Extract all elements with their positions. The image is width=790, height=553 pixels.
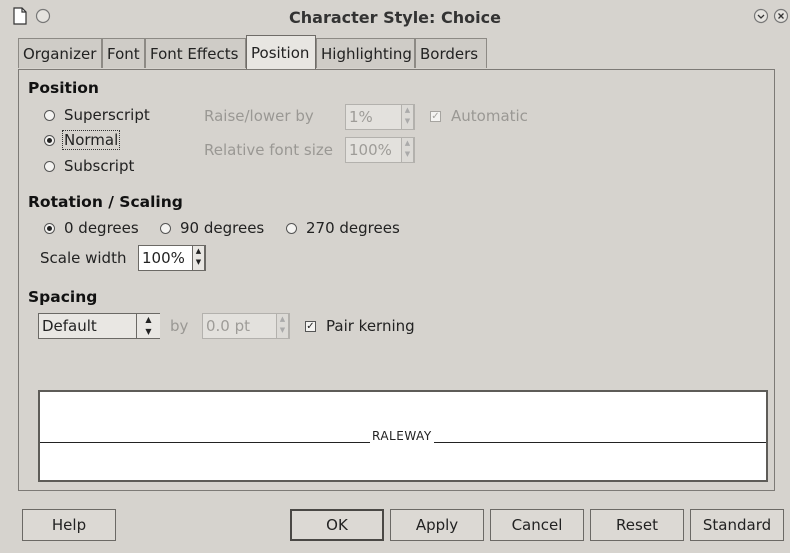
cancel-button[interactable]: Cancel: [490, 509, 584, 541]
scale-width-value[interactable]: 100%: [142, 249, 185, 267]
rotation-90-label[interactable]: 90 degrees: [180, 219, 264, 237]
apply-button[interactable]: Apply: [390, 509, 484, 541]
position-heading: Position: [28, 79, 99, 97]
pair-kerning-checkbox[interactable]: ✓: [305, 321, 316, 332]
scale-width-stepper[interactable]: ▲ ▼: [192, 245, 205, 271]
superscript-radio[interactable]: [44, 110, 55, 121]
automatic-label: Automatic: [451, 107, 528, 125]
raise-lower-stepper: ▲ ▼: [401, 104, 414, 130]
tab-borders[interactable]: Borders: [415, 38, 487, 68]
preview-text: RALEWAY: [370, 429, 434, 443]
subscript-label[interactable]: Subscript: [64, 157, 134, 175]
spacing-mode-dropdown[interactable]: Default ▲ ▼: [38, 313, 160, 339]
ok-button[interactable]: OK: [290, 509, 384, 541]
spacing-mode-chevron-icon[interactable]: ▲ ▼: [136, 314, 160, 338]
relative-font-size-value: 100%: [349, 141, 392, 159]
tab-font[interactable]: Font: [102, 38, 145, 68]
scale-width-spinbox[interactable]: 100% ▲ ▼: [138, 245, 206, 271]
normal-radio[interactable]: [44, 135, 55, 146]
window-title: Character Style: Choice: [289, 8, 501, 27]
relative-font-size-label: Relative font size: [204, 141, 333, 159]
rotation-90-radio[interactable]: [160, 223, 171, 234]
tab-position[interactable]: Position: [246, 35, 316, 69]
help-button[interactable]: Help: [22, 509, 116, 541]
rotation-0-label[interactable]: 0 degrees: [64, 219, 139, 237]
raise-lower-label: Raise/lower by: [204, 107, 314, 125]
spacing-by-label: by: [170, 317, 189, 335]
scale-width-label: Scale width: [40, 249, 127, 267]
rotation-heading: Rotation / Scaling: [28, 193, 183, 211]
reset-button[interactable]: Reset: [590, 509, 684, 541]
tab-organizer[interactable]: Organizer: [18, 38, 102, 68]
tab-font-effects[interactable]: Font Effects: [145, 38, 246, 68]
standard-button[interactable]: Standard: [690, 509, 784, 541]
relative-font-size-spinbox: 100% ▲ ▼: [345, 137, 415, 163]
rotation-270-label[interactable]: 270 degrees: [306, 219, 400, 237]
spacing-heading: Spacing: [28, 288, 98, 306]
pair-kerning-label[interactable]: Pair kerning: [326, 317, 415, 335]
automatic-checkbox: ✓: [430, 111, 441, 122]
raise-lower-value: 1%: [349, 108, 373, 126]
tab-highlighting[interactable]: Highlighting: [316, 38, 415, 68]
spacing-by-stepper: ▲ ▼: [276, 313, 289, 339]
rotation-270-radio[interactable]: [286, 223, 297, 234]
relative-font-size-stepper: ▲ ▼: [401, 137, 414, 163]
rotation-0-radio[interactable]: [44, 223, 55, 234]
preview-pane: RALEWAY: [38, 390, 768, 482]
close-icon[interactable]: [772, 7, 790, 25]
spacing-mode-value[interactable]: Default: [42, 317, 97, 335]
minimize-icon[interactable]: [752, 7, 770, 25]
spacing-by-spinbox: 0.0 pt ▲ ▼: [202, 313, 290, 339]
superscript-label[interactable]: Superscript: [64, 106, 150, 124]
raise-lower-spinbox: 1% ▲ ▼: [345, 104, 415, 130]
subscript-radio[interactable]: [44, 161, 55, 172]
spacing-by-value: 0.0 pt: [206, 317, 251, 335]
normal-label[interactable]: Normal: [62, 130, 121, 150]
